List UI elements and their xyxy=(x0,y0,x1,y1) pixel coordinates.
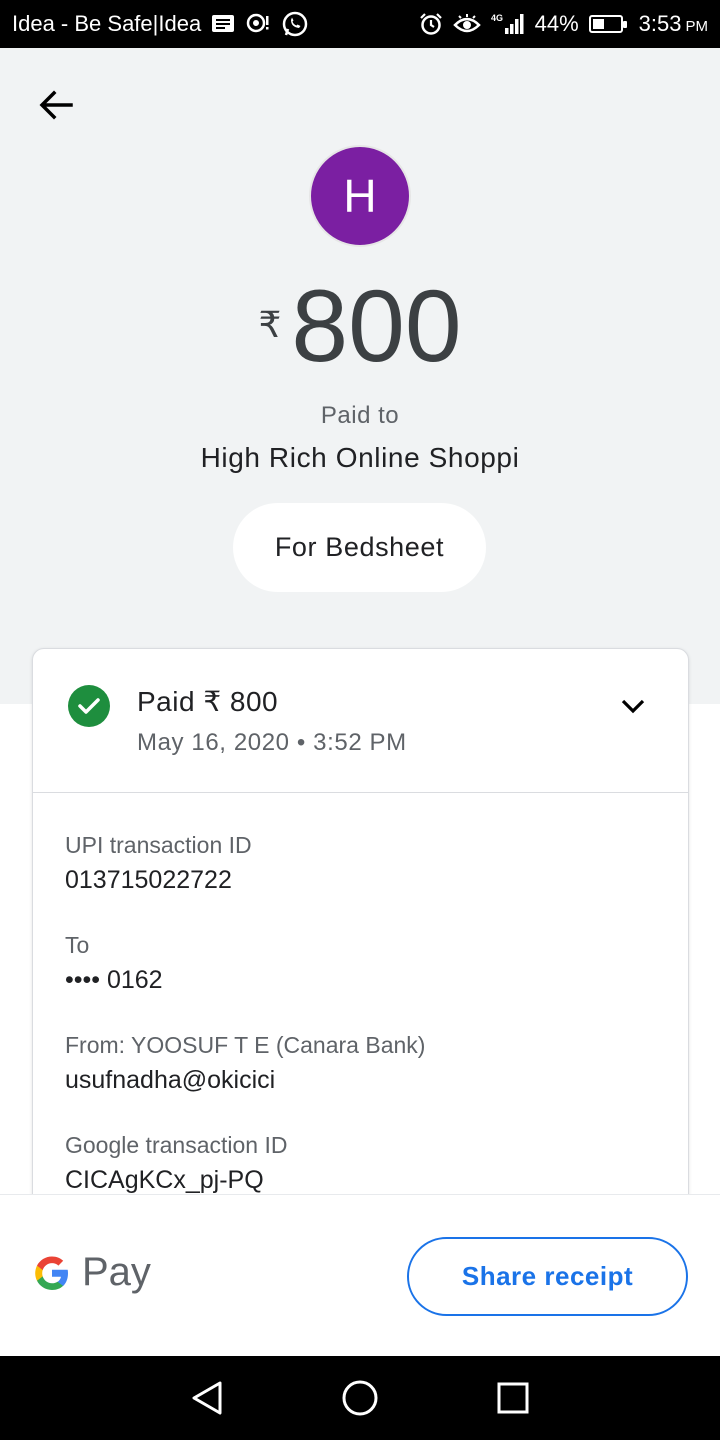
bottom-action-bar: Pay Share receipt xyxy=(0,1194,720,1356)
detail-from: From: YOOSUF T E (Canara Bank) usufnadha… xyxy=(65,1029,665,1099)
clock-time: 3:53 xyxy=(638,11,682,36)
detail-value: •••• 0162 xyxy=(65,966,163,994)
transaction-summary-toggle[interactable]: Paid ₹ 800 May 16, 2020 • 3:52 PM xyxy=(33,649,688,793)
detail-value: usufnadha@okicici xyxy=(65,1066,276,1094)
payee-name: High Rich Online Shoppi xyxy=(200,442,520,473)
nav-recents-icon xyxy=(497,1382,529,1414)
detail-label: UPI transaction ID xyxy=(65,832,252,858)
detail-label: Google transaction ID xyxy=(65,1132,288,1158)
google-g-icon xyxy=(35,1256,68,1290)
location-icon xyxy=(245,12,271,36)
paid-status-title: Paid ₹ 800 xyxy=(137,686,279,717)
message-icon xyxy=(211,13,235,35)
detail-to: To •••• 0162 xyxy=(65,929,665,999)
nav-home-button[interactable] xyxy=(330,1368,390,1428)
gpay-logo: Pay xyxy=(32,1250,151,1295)
share-receipt-button[interactable]: Share receipt xyxy=(407,1237,688,1316)
back-arrow-icon xyxy=(39,90,73,120)
payee-avatar: H xyxy=(309,145,411,247)
svg-text:4G: 4G xyxy=(491,13,503,23)
whatsapp-icon xyxy=(281,10,309,38)
system-nav-bar xyxy=(0,1356,720,1440)
nav-back-icon xyxy=(192,1381,222,1415)
transaction-card: Paid ₹ 800 May 16, 2020 • 3:52 PM UPI tr… xyxy=(32,648,689,1208)
detail-label: To xyxy=(65,932,90,958)
paid-to-label: Paid to xyxy=(320,402,400,429)
signal-icon: 4G xyxy=(491,12,525,36)
check-icon xyxy=(68,685,110,727)
clock: 3:53 PM xyxy=(639,11,708,37)
battery-level-fill xyxy=(592,19,605,29)
detail-google-id: Google transaction ID CICAgKCx_pj-PQ xyxy=(65,1129,665,1199)
nav-recents-button[interactable] xyxy=(483,1368,543,1428)
alarm-icon xyxy=(419,12,443,36)
status-right: 4G 44% 3:53 PM xyxy=(419,11,708,37)
battery-icon xyxy=(588,15,627,33)
eye-comfort-icon xyxy=(452,13,481,35)
currency-symbol: ₹ xyxy=(258,304,282,345)
payment-note: For Bedsheet xyxy=(233,503,486,592)
amount-display: ₹ 800 xyxy=(0,270,720,382)
back-button[interactable] xyxy=(28,80,84,130)
detail-value: 013715022722 xyxy=(65,866,232,894)
battery-percent: 44% xyxy=(534,11,579,36)
carrier-name: Idea - Be Safe|Idea xyxy=(12,11,202,36)
chevron-down-icon[interactable] xyxy=(618,691,648,721)
detail-label: From: YOOSUF T E (Canara Bank) xyxy=(65,1032,426,1058)
detail-upi-id: UPI transaction ID 013715022722 xyxy=(65,829,665,899)
status-left: Idea - Be Safe|Idea xyxy=(12,10,309,38)
transaction-date: May 16, 2020 • 3:52 PM xyxy=(137,729,407,756)
nav-home-icon xyxy=(342,1380,378,1416)
clock-suffix: PM xyxy=(685,18,709,35)
nav-back-button[interactable] xyxy=(177,1368,237,1428)
transaction-details: UPI transaction ID 013715022722 To •••• … xyxy=(65,829,665,1207)
status-bar: Idea - Be Safe|Idea 4G 44% 3:53 PM xyxy=(0,0,720,48)
amount-value: 800 xyxy=(291,269,462,383)
gpay-brand-text: Pay xyxy=(82,1250,151,1294)
